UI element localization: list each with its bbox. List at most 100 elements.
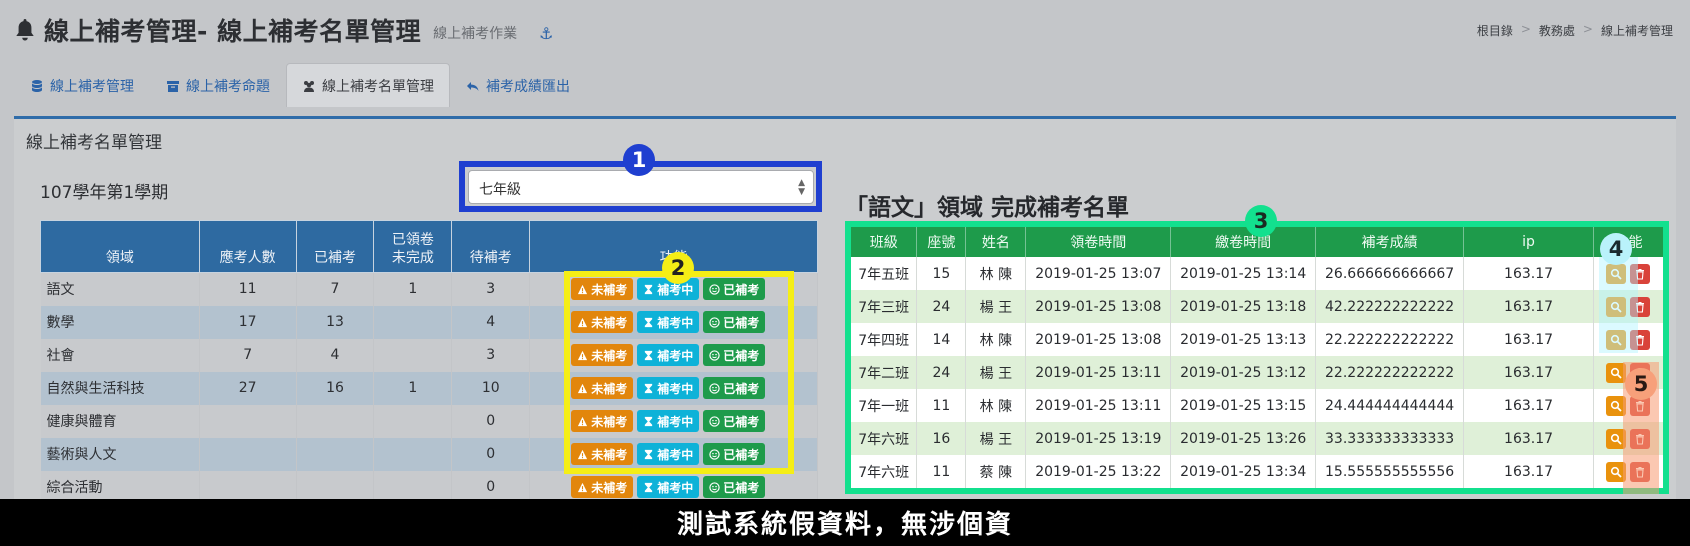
- view-button[interactable]: [1606, 362, 1627, 383]
- table-row: 7年二班 24 楊 王 2019-01-25 13:11 2019-01-25 13:1…: [851, 356, 1665, 389]
- cell-done: 13: [296, 305, 375, 339]
- delete-button[interactable]: [1630, 329, 1651, 350]
- done-button[interactable]: 已補考: [703, 278, 766, 301]
- tab-label: 線上補考名單管理: [322, 78, 434, 95]
- not-taken-button[interactable]: 未補考: [571, 344, 634, 366]
- done-button[interactable]: 已補考: [703, 443, 766, 465]
- done-button[interactable]: 已補考: [703, 377, 766, 399]
- anchor-icon[interactable]: ⚓: [539, 24, 553, 43]
- cell-class: 7年一班: [851, 389, 918, 422]
- in-progress-button[interactable]: 補考中: [637, 311, 700, 333]
- delete-button[interactable]: [1630, 428, 1651, 449]
- not-taken-button[interactable]: 未補考: [571, 476, 634, 498]
- done-button[interactable]: 已補考: [703, 476, 766, 498]
- annotation-badge-4: 4: [1600, 233, 1632, 265]
- cell-exam-count: [199, 437, 297, 471]
- table-row: 社會 7 4 3 未補考 補考中 已補考: [40, 338, 818, 372]
- col-header-seat: 座號: [916, 227, 967, 257]
- search-icon: [1611, 268, 1623, 280]
- view-button[interactable]: [1606, 296, 1627, 317]
- cell-class: 7年二班: [851, 356, 918, 389]
- breadcrumb-root[interactable]: 根目錄: [1477, 22, 1513, 39]
- smile-icon: [709, 481, 720, 493]
- tab-score-export[interactable]: 補考成績匯出: [450, 63, 586, 107]
- search-icon: [1611, 367, 1623, 379]
- tab-label: 線上補考管理: [50, 78, 134, 95]
- cell-unfinished: 1: [373, 371, 453, 405]
- not-taken-button[interactable]: 未補考: [571, 443, 634, 465]
- button-label: 未補考: [591, 480, 628, 495]
- smile-icon: [709, 448, 720, 460]
- view-button[interactable]: [1606, 329, 1627, 350]
- tab-exam-questions[interactable]: 線上補考命題: [150, 63, 286, 107]
- smile-icon: [709, 382, 720, 394]
- bell-icon: [16, 19, 34, 41]
- table-row: 健康與體育 0 未補考 補考中 已補考: [40, 404, 818, 438]
- tab-roster-management[interactable]: 線上補考名單管理: [286, 63, 450, 107]
- not-taken-button[interactable]: 未補考: [571, 278, 634, 301]
- button-label: 已補考: [723, 315, 760, 330]
- table-row: 7年四班 14 林 陳 2019-01-25 13:08 2019-01-25 13:1…: [851, 323, 1665, 356]
- trash-icon: [1636, 400, 1645, 412]
- view-button[interactable]: [1606, 461, 1627, 482]
- warning-icon: [578, 416, 588, 426]
- cell-class: 7年三班: [851, 290, 918, 323]
- warning-icon: [578, 284, 588, 294]
- in-progress-button[interactable]: 補考中: [637, 410, 700, 432]
- delete-button[interactable]: [1630, 296, 1651, 317]
- table-row: 語文 11 7 1 3 未補考 補考中 已補考: [40, 272, 818, 306]
- cell-score: 15.555555555556: [1315, 455, 1465, 488]
- cell-ip: 163.17: [1463, 422, 1594, 455]
- cell-pending: 0: [451, 437, 531, 471]
- smile-icon: [709, 316, 720, 328]
- not-taken-button[interactable]: 未補考: [571, 311, 634, 333]
- hourglass-icon: [645, 383, 653, 393]
- button-label: 已補考: [723, 381, 760, 396]
- in-progress-button[interactable]: 補考中: [637, 344, 700, 366]
- trash-icon: [1636, 301, 1645, 313]
- in-progress-button[interactable]: 補考中: [637, 443, 700, 465]
- not-taken-button[interactable]: 未補考: [571, 410, 634, 432]
- breadcrumb: 根目錄 > 教務處 > 線上補考管理: [1477, 22, 1673, 39]
- cell-domain: 健康與體育: [40, 404, 200, 438]
- not-taken-button[interactable]: 未補考: [571, 377, 634, 399]
- search-icon: [1611, 433, 1623, 445]
- cell-done: 7: [296, 272, 375, 306]
- button-label: 未補考: [591, 315, 628, 330]
- cell-pending: 4: [451, 305, 531, 339]
- button-label: 未補考: [591, 447, 628, 462]
- in-progress-button[interactable]: 補考中: [637, 476, 700, 498]
- view-button[interactable]: [1606, 428, 1627, 449]
- done-button[interactable]: 已補考: [703, 311, 766, 333]
- view-button[interactable]: [1606, 263, 1627, 284]
- cell-actions: [1593, 422, 1665, 455]
- col-header-received-time: 領卷時間: [1025, 227, 1172, 257]
- cell-exam-count: 11: [199, 272, 297, 306]
- tab-exam-management[interactable]: 線上補考管理: [14, 63, 150, 107]
- cell-exam-count: 17: [199, 305, 297, 339]
- search-icon: [1611, 400, 1623, 412]
- col-header-done: 已補考: [295, 220, 375, 273]
- done-button[interactable]: 已補考: [703, 410, 766, 432]
- cell-submitted-time: 2019-01-25 13:34: [1170, 455, 1317, 488]
- smile-icon: [709, 284, 720, 295]
- cell-actions: [1593, 455, 1665, 488]
- warning-icon: [578, 317, 588, 327]
- domain-summary-table: 領域 應考人數 已補考 已領卷 未完成 待補考 功能 語文11713 未補考 補…: [40, 220, 818, 504]
- view-button[interactable]: [1606, 395, 1627, 416]
- cell-seat: 16: [916, 422, 967, 455]
- in-progress-button[interactable]: 補考中: [637, 278, 700, 301]
- delete-button[interactable]: [1630, 263, 1651, 284]
- in-progress-button[interactable]: 補考中: [637, 377, 700, 399]
- cell-exam-count: 7: [199, 338, 297, 372]
- col-header-class: 班級: [851, 227, 918, 257]
- done-button[interactable]: 已補考: [703, 344, 766, 366]
- delete-button[interactable]: [1630, 461, 1651, 482]
- cell-actions: 未補考 補考中 已補考: [529, 338, 818, 372]
- breadcrumb-academic[interactable]: 教務處: [1539, 22, 1575, 39]
- cell-received-time: 2019-01-25 13:08: [1025, 290, 1172, 323]
- annotation-badge-3: 3: [1245, 205, 1277, 237]
- col-header-submitted-time: 繳卷時間: [1170, 227, 1317, 257]
- cell-pending: 0: [451, 404, 531, 438]
- cell-seat: 24: [916, 356, 967, 389]
